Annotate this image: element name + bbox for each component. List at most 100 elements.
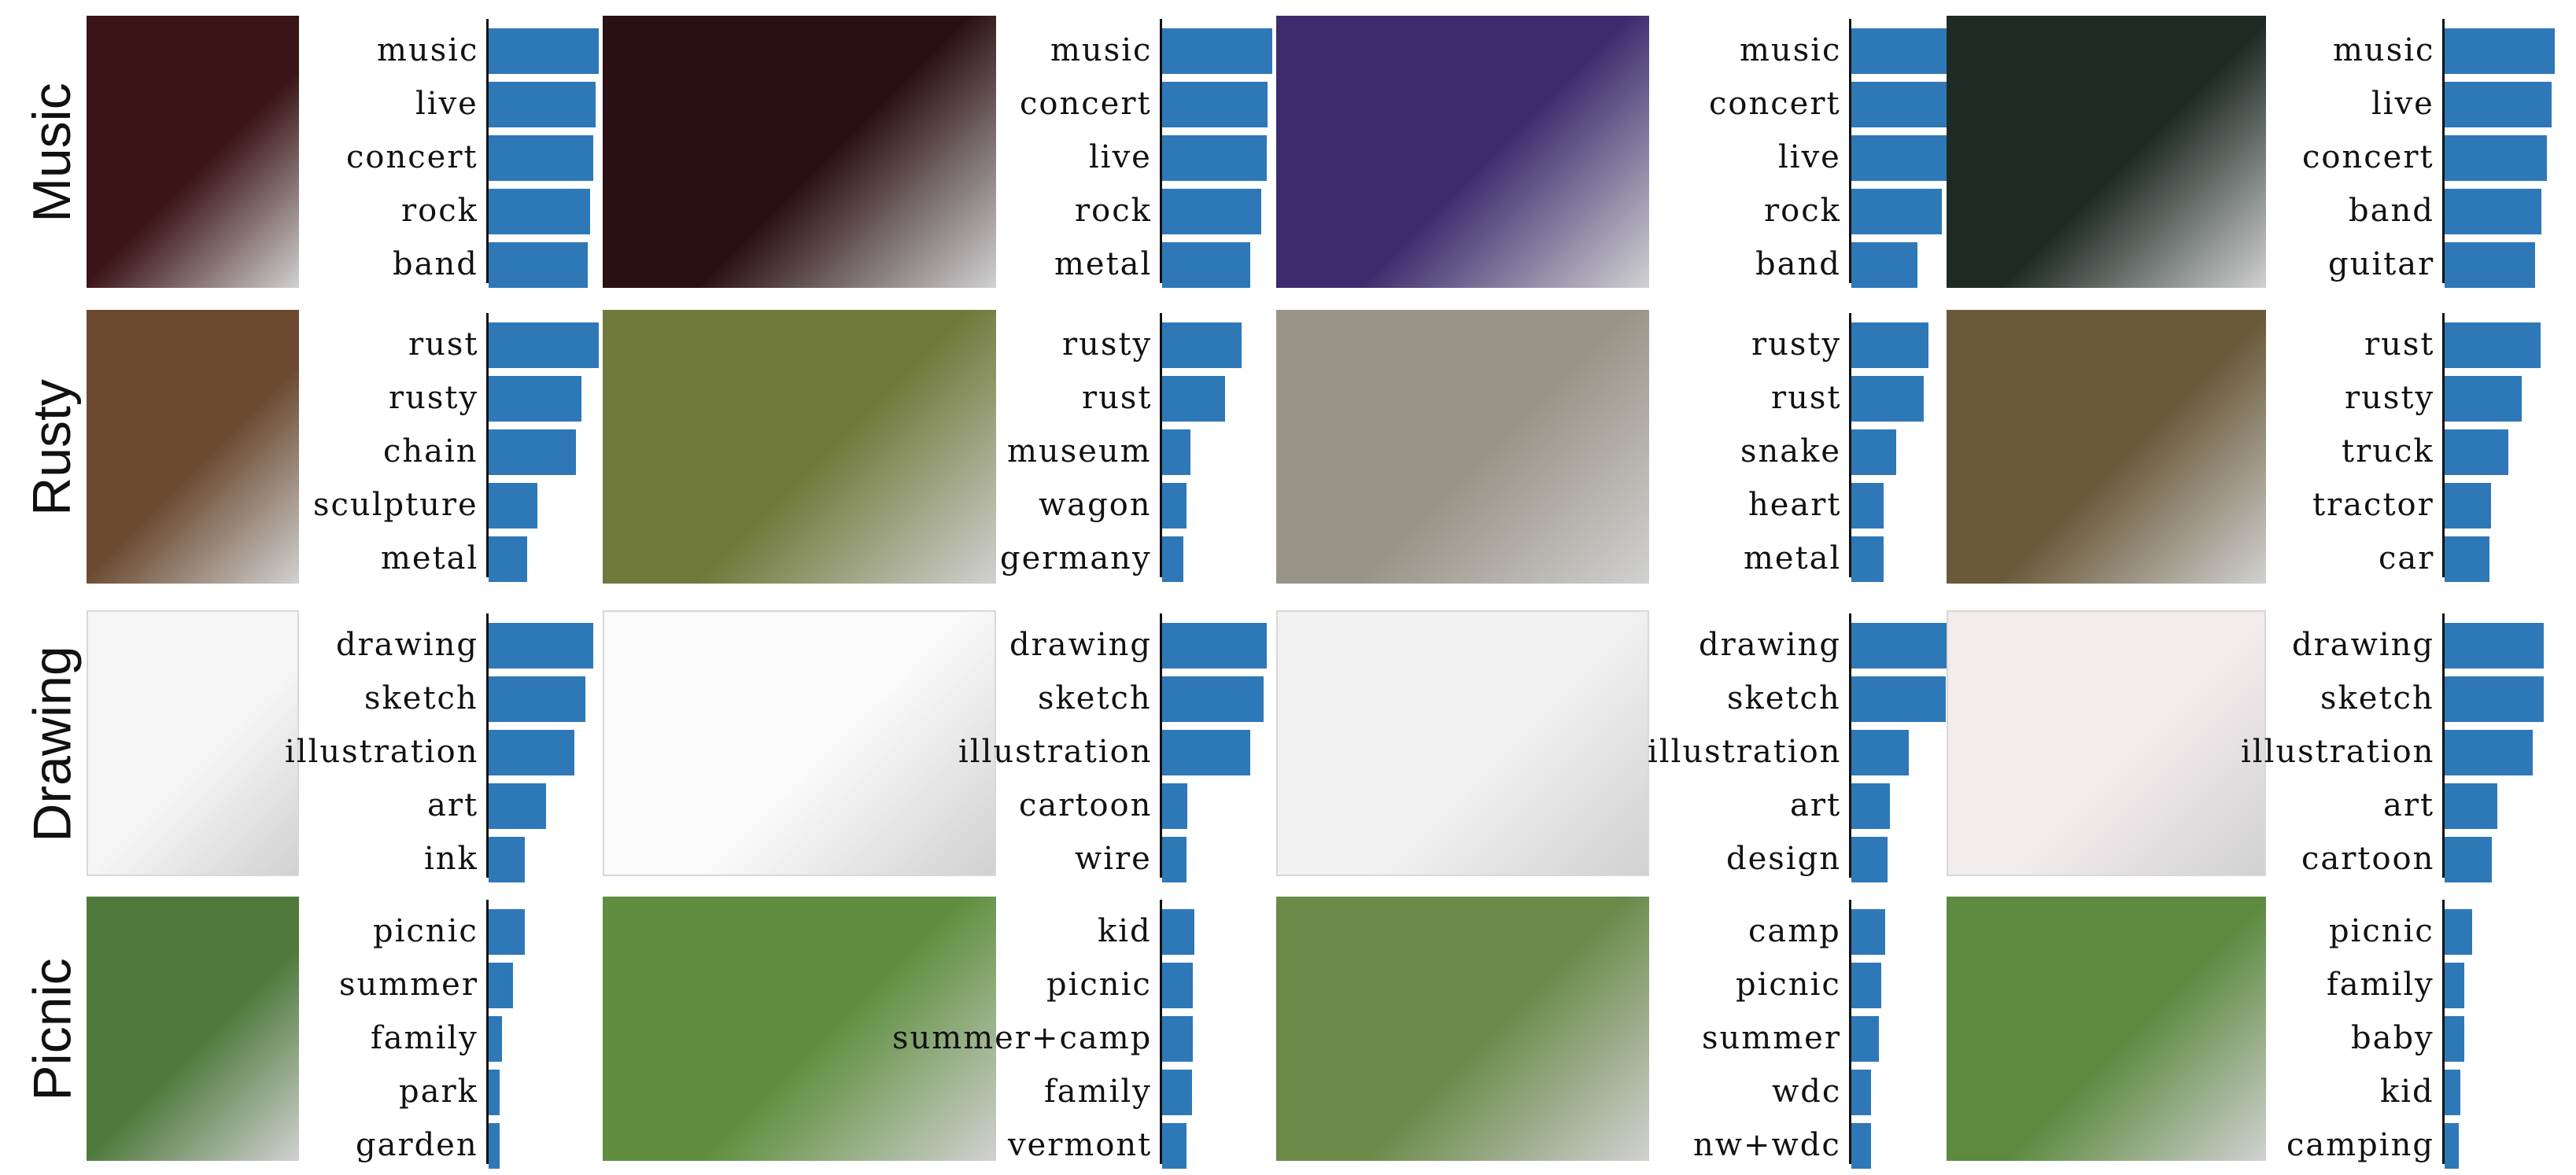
tag-label: illustration [958,734,1153,770]
tag-label: illustration [285,734,479,770]
tag-score-bar [489,189,590,234]
row-label-picnic: Picnic [22,958,83,1101]
tag-score-bar [1851,783,1890,829]
photo-singer-with-drum-kit-on-stage [603,16,996,288]
tag-score-bar [1851,730,1909,775]
photo-children-on-picnic-blanket [1947,897,2266,1161]
tag-score-bar [2445,242,2535,288]
tag-score-bar [1162,1016,1193,1062]
tag-score-bar [1162,242,1250,288]
tag-label: music [1050,32,1153,68]
tag-score-bar [489,783,546,829]
tag-label: camping [2286,1127,2434,1163]
tag-score-bar [489,1016,502,1062]
tag-label: art [1790,787,1842,823]
tag-label: cartoon [1019,787,1153,823]
tag-label: live [2371,86,2434,122]
tag-score-bar [1162,909,1194,955]
photo-woman-at-outdoor-picnic [1276,897,1649,1161]
tag-score-bar [2445,28,2555,74]
tag-label: drawing [1699,627,1841,663]
tag-label: family [2327,967,2434,1003]
tag-score-bar [2445,676,2544,722]
tag-label: concert [1709,86,1841,122]
tag-label: live [1089,139,1152,175]
tag-label: guitar [2328,246,2435,282]
tag-score-bar [1162,623,1267,669]
tag-label: rusty [1751,326,1842,363]
tag-score-bar [1162,1123,1187,1169]
tag-score-bar [1162,376,1225,422]
tag-score-bar [2445,376,2522,422]
tag-label: cartoon [2301,841,2435,877]
tag-score-bar [489,623,593,669]
photo-caricature-of-woman [87,610,299,876]
tag-label: design [1726,841,1841,877]
photo-rusty-old-truck [1947,310,2266,584]
tag-label: art [2383,787,2435,823]
tag-score-bar [1851,483,1884,529]
row-label-rusty: Rusty [21,379,82,516]
tag-score-bar [489,1123,500,1169]
tag-score-bar [1162,676,1264,722]
photo-crowd-picnic-in-park [87,897,299,1161]
tag-score-bar [1851,909,1885,955]
tag-label: sculpture [313,487,478,523]
tag-score-bar [489,242,588,288]
photo-sketch-of-dog-with-goggles [603,610,996,876]
tag-score-bar [2445,322,2541,368]
tag-label: family [371,1020,478,1056]
tag-score-bar [489,1070,500,1115]
tag-score-bar [1851,676,1946,722]
tag-label: summer [339,967,478,1003]
tag-score-bar [1162,963,1193,1008]
tag-score-bar [489,322,599,368]
tag-label: summer+camp [892,1020,1153,1056]
tag-label: drawing [2292,627,2434,663]
tag-label: picnic [2329,913,2434,949]
tag-label: wagon [1039,487,1152,523]
tag-score-bar [489,483,537,529]
tag-score-bar [1851,242,1917,288]
tag-label: metal [381,540,479,576]
tag-label: sketch [1727,680,1841,716]
tag-label: drawing [1009,627,1152,663]
tag-label: rust [408,326,479,363]
tag-label: vermont [1008,1127,1153,1163]
tag-score-bar [1162,322,1242,368]
tag-score-bar [2445,135,2547,181]
tag-score-bar [1851,189,1942,234]
tag-score-bar [1851,837,1888,882]
photo-bass-guitarist-on-red-stage [87,16,299,288]
tag-label: rusty [389,380,479,416]
tag-score-bar [1162,536,1183,582]
tag-label: concert [346,139,478,175]
tag-score-bar [1162,82,1268,127]
tag-label: chain [383,433,478,470]
tag-label: sketch [2320,680,2434,716]
tag-score-bar [1851,429,1896,475]
tag-label: illustration [2241,734,2435,770]
tag-score-bar [489,963,513,1008]
tag-score-bar [1851,82,1958,127]
tag-label: rock [1764,193,1841,229]
tag-score-bar [2445,963,2464,1008]
tag-label: museum [1007,433,1152,470]
tag-label: sketch [1038,680,1152,716]
tag-label: metal [1744,540,1842,576]
tag-score-bar [1162,189,1261,234]
tag-label: live [415,86,478,122]
tag-label: nw+wdc [1693,1127,1841,1163]
photo-sketch-of-woman-with-speech-bubble [1947,610,2266,876]
tag-score-bar [1851,135,1956,181]
tag-score-bar [2445,483,2491,529]
tag-score-bar [489,429,576,475]
tag-score-bar [1851,1016,1879,1062]
tag-label: rusty [2345,380,2435,416]
tag-label: tractor [2312,487,2434,523]
tag-label: drawing [336,627,478,663]
tag-label: picnic [1736,967,1841,1003]
tag-label: ink [424,841,478,877]
tag-label: art [427,787,479,823]
row-label-music: Music [21,83,82,223]
